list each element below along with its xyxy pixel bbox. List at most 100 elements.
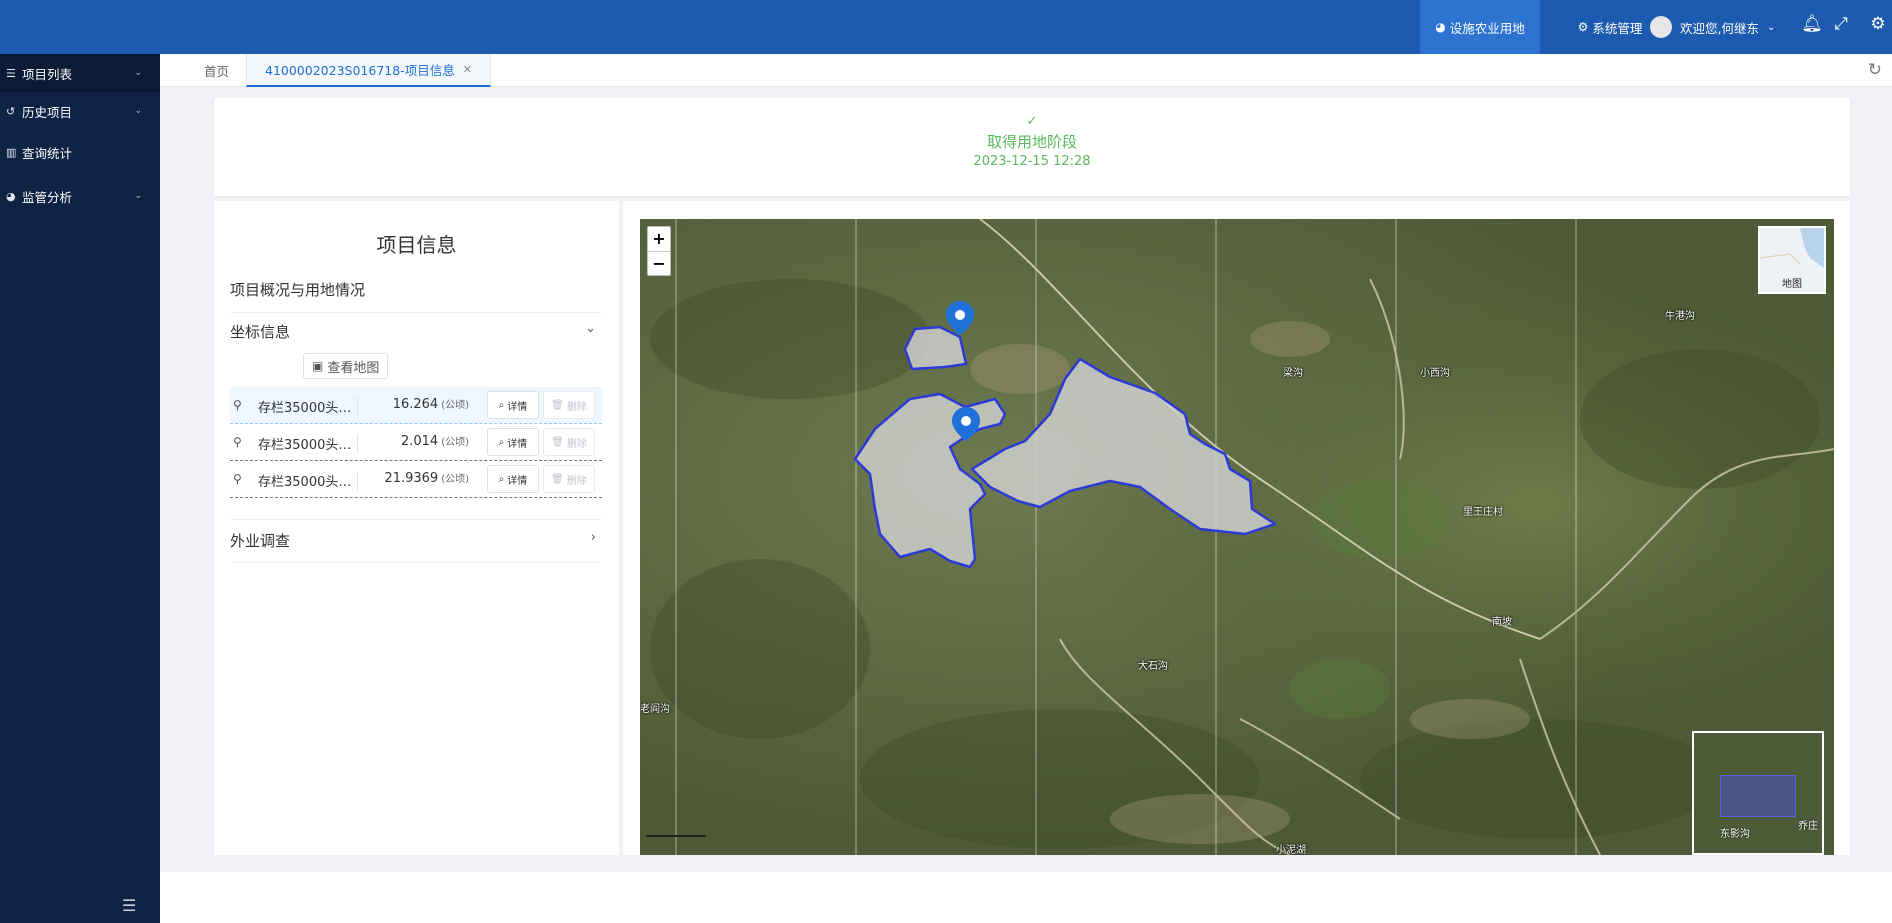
pie-chart-icon: ◕ xyxy=(1435,20,1446,34)
section-overview[interactable]: 项目概况与用地情况 xyxy=(230,279,602,313)
tab-bar: 首页 4100002023S016718-项目信息 ✕ ↻ xyxy=(160,54,1892,87)
chevron-down-icon: ⌄ xyxy=(134,191,142,201)
coord-area-wrap: 21.9369 (公顷) xyxy=(365,470,469,486)
avatar xyxy=(1650,16,1672,38)
check-icon: ✓ xyxy=(1026,114,1038,129)
detail-label: 详情 xyxy=(507,475,528,487)
coord-name: 存栏35000头… xyxy=(258,471,358,490)
gears-icon: ⚙ xyxy=(1577,20,1589,34)
overview-place-label: 东影沟 xyxy=(1720,829,1750,840)
tab-home[interactable]: 首页 xyxy=(204,54,229,87)
page-footer-area xyxy=(160,872,1892,923)
basemap-switcher[interactable]: 地图 xyxy=(1758,226,1826,294)
collapse-menu-icon[interactable]: ☰ xyxy=(122,896,142,915)
pie-chart-icon: ◕ xyxy=(6,189,16,203)
overview-extent-box[interactable] xyxy=(1720,775,1796,817)
detail-button[interactable]: ⌕ 详情 xyxy=(487,428,539,456)
place-label: 老阎沟 xyxy=(640,704,670,715)
coord-area: 21.9369 xyxy=(384,471,439,486)
search-icon: ⌕ xyxy=(498,399,505,411)
refresh-icon[interactable]: ↻ xyxy=(1868,60,1882,80)
place-label: 南坡 xyxy=(1492,617,1512,628)
overview-place-label: 乔庄 xyxy=(1798,821,1818,832)
place-label: 里王庄村 xyxy=(1463,507,1503,518)
trash-icon: 🗑︎ xyxy=(551,473,564,485)
detail-label: 详情 xyxy=(507,438,528,450)
bell-icon[interactable]: 🔔︎ xyxy=(1800,14,1824,34)
chevron-down-icon: ⌄ xyxy=(134,68,142,78)
map-card: 牛港沟 梁沟 小西沟 里王庄村 南坡 大石沟 老阎沟 小泥湖 + − 地图 东影… xyxy=(623,201,1850,855)
coord-area: 16.264 xyxy=(392,397,439,412)
nav-facility-land-label: 设施农业用地 xyxy=(1449,20,1525,36)
delete-label: 删除 xyxy=(566,401,587,413)
stage-name: 取得用地阶段 xyxy=(986,133,1077,151)
tab-project-info-label: 4100002023S016718-项目信息 xyxy=(265,63,455,78)
fullscreen-icon[interactable]: ⤢ xyxy=(1829,14,1853,34)
place-label: 牛港沟 xyxy=(1665,311,1695,322)
location-pin-icon: ⚲ xyxy=(233,472,242,486)
history-icon: ↺ xyxy=(6,104,16,118)
user-menu[interactable]: 欢迎您,何继东 ⌄ xyxy=(1650,0,1790,54)
chevron-down-icon: ⌄ xyxy=(134,106,142,116)
table-row[interactable]: ⚲ 存栏35000头… 21.9369 (公顷) ⌕ 详情 🗑︎ 删除 xyxy=(230,461,602,498)
sidebar-item-project-list[interactable]: ☰ 项目列表 ⌄ xyxy=(0,54,160,92)
trash-icon: 🗑︎ xyxy=(551,436,564,448)
sidebar-item-query-stats[interactable]: ▥ 查询统计 xyxy=(0,130,160,174)
coord-area-wrap: 2.014 (公顷) xyxy=(365,433,469,449)
basemap-thumbnail xyxy=(1759,228,1824,280)
sidebar-item-label: 历史项目 xyxy=(22,104,73,120)
basemap-label: 地图 xyxy=(1782,279,1802,290)
sidebar-item-history[interactable]: ↺ 历史项目 ⌄ xyxy=(0,92,160,130)
search-icon: ⌕ xyxy=(498,473,505,485)
coord-name: 存栏35000头… xyxy=(258,434,358,453)
tab-project-info[interactable]: 4100002023S016718-项目信息 ✕ xyxy=(246,54,491,87)
chevron-down-icon: ⌄ xyxy=(585,321,596,336)
delete-label: 删除 xyxy=(566,438,587,450)
close-icon[interactable]: ✕ xyxy=(463,63,472,76)
trash-icon: 🗑︎ xyxy=(551,399,564,411)
scale-bar xyxy=(646,833,706,837)
view-map-button[interactable]: ▣ 查看地图 xyxy=(303,353,389,379)
section-overview-label: 项目概况与用地情况 xyxy=(230,281,366,299)
zoom-in-button[interactable]: + xyxy=(648,227,670,251)
place-label: 梁沟 xyxy=(1283,368,1303,379)
location-pin-icon: ⚲ xyxy=(233,398,242,412)
satellite-map[interactable]: 牛港沟 梁沟 小西沟 里王庄村 南坡 大石沟 老阎沟 小泥湖 + − 地图 东影… xyxy=(640,219,1834,855)
table-row[interactable]: ⚲ 存栏35000头… 2.014 (公顷) ⌕ 详情 🗑︎ 删除 xyxy=(230,424,602,461)
top-bar: ◕ 设施农业用地 ⚙ 系统管理 欢迎您,何继东 ⌄ 🔔︎ ⤢ ⚙ xyxy=(0,0,1892,54)
detail-label: 详情 xyxy=(507,401,528,413)
zoom-out-button[interactable]: − xyxy=(648,251,670,275)
sidebar-item-label: 查询统计 xyxy=(22,145,73,161)
table-row[interactable]: ⚲ 存栏35000头… 16.264 (公顷) ⌕ 详情 🗑︎ 删除 xyxy=(230,387,602,424)
coord-area: 2.014 xyxy=(400,434,439,449)
nav-facility-land[interactable]: ◕ 设施农业用地 xyxy=(1420,0,1540,54)
stage-card: ✓ 取得用地阶段 2023-12-15 12:28 xyxy=(214,98,1850,196)
bar-chart-icon: ▥ xyxy=(6,145,17,159)
delete-button[interactable]: 🗑︎ 删除 xyxy=(543,428,595,456)
delete-button[interactable]: 🗑︎ 删除 xyxy=(543,391,595,419)
search-icon: ⌕ xyxy=(498,436,505,448)
section-coordinates-label: 坐标信息 xyxy=(230,323,291,341)
delete-button[interactable]: 🗑︎ 删除 xyxy=(543,465,595,493)
sidebar-item-label: 项目列表 xyxy=(22,66,73,82)
coordinate-list: ⚲ 存栏35000头… 16.264 (公顷) ⌕ 详情 🗑︎ 删除 ⚲ 存栏3500… xyxy=(230,387,602,498)
chevron-right-icon: › xyxy=(590,530,596,545)
view-map-label: 查看地图 xyxy=(327,360,380,376)
project-info-panel: 项目信息 项目概况与用地情况 坐标信息 ⌄ ▣ 查看地图 ⚲ 存栏35000头…… xyxy=(214,201,619,855)
detail-button[interactable]: ⌕ 详情 xyxy=(487,465,539,493)
settings-icon[interactable]: ⚙ xyxy=(1866,14,1890,34)
overview-map[interactable]: 东影沟 乔庄 xyxy=(1692,731,1824,855)
stage-time: 2023-12-15 12:28 xyxy=(973,154,1091,169)
sidebar: ☰ 项目列表 ⌄ ↺ 历史项目 ⌄ ▥ 查询统计 ◕ 监管分析 ⌄ ☰ xyxy=(0,54,160,923)
coord-unit: (公顷) xyxy=(441,474,469,485)
detail-button[interactable]: ⌕ 详情 xyxy=(487,391,539,419)
nav-system-management[interactable]: ⚙ 系统管理 xyxy=(1555,0,1665,54)
sidebar-item-supervision[interactable]: ◕ 监管分析 ⌄ xyxy=(0,174,160,218)
panel-title: 项目信息 xyxy=(376,233,457,257)
sidebar-item-label: 监管分析 xyxy=(22,189,73,205)
section-field-survey[interactable]: 外业调查 › xyxy=(230,519,602,563)
section-coordinates[interactable]: 坐标信息 ⌄ xyxy=(230,321,602,342)
image-icon: ▣ xyxy=(312,359,324,373)
map-canvas xyxy=(640,219,1834,855)
coord-unit: (公顷) xyxy=(441,400,469,411)
